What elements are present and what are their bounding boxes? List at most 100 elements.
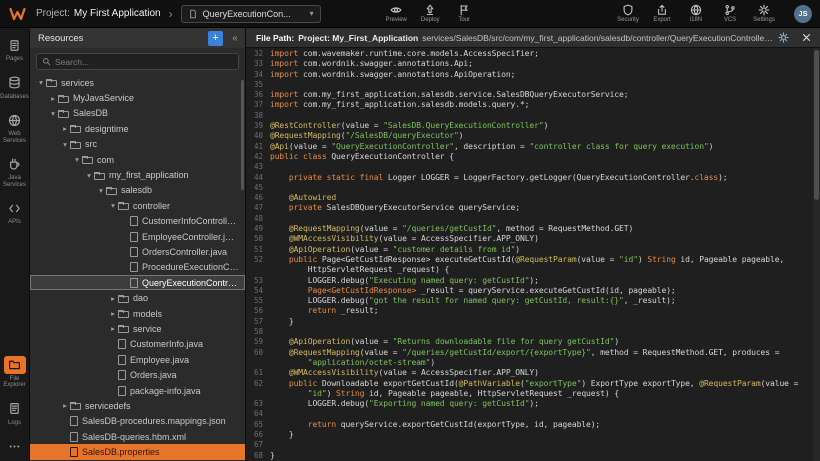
code-line-54[interactable]: 54 Page<GetCustIdResponse> _result = que… (246, 286, 813, 296)
code-line-68[interactable]: 68} (246, 451, 813, 461)
caret-right-icon[interactable]: ▸ (48, 94, 58, 103)
code-line-63[interactable]: 63 LOGGER.debug("Exporting named query: … (246, 399, 813, 409)
code-line-60[interactable]: 60 @RequestMapping(value = "/queries/get… (246, 348, 813, 358)
file-dropdown[interactable]: QueryExecutionCon... (181, 5, 321, 23)
code-line-wrap[interactable]: "id") String id, Pageable pageable, Http… (246, 389, 813, 399)
topbar-action-i18n[interactable]: i18N (684, 4, 708, 23)
tree-item-salesdb[interactable]: ▾salesdb (30, 183, 245, 198)
editor-scroll-thumb[interactable] (814, 50, 819, 200)
code-line-67[interactable]: 67 (246, 440, 813, 450)
topbar-action-vcs[interactable]: VCS (718, 4, 742, 23)
code-line-48[interactable]: 48 (246, 214, 813, 224)
code-line-34[interactable]: 34import com.wordnik.swagger.annotations… (246, 70, 813, 80)
sidebar-scrollbar[interactable] (241, 80, 244, 190)
close-file-icon[interactable] (801, 32, 812, 43)
rail-item-web-services[interactable]: Web Services (0, 111, 30, 144)
file-settings-gear-icon[interactable] (778, 32, 789, 43)
tree-item-employeecontroller-java[interactable]: EmployeeController.java (30, 229, 245, 244)
code-line-59[interactable]: 59 @ApiOperation(value = "Returns downlo… (246, 337, 813, 347)
code-line-wrap[interactable]: HttpServletRequest _request) { (246, 265, 813, 275)
caret-down-icon[interactable]: ▾ (48, 109, 58, 118)
code-line-35[interactable]: 35 (246, 80, 813, 90)
tree-item-queryexecutioncontroller-java[interactable]: QueryExecutionController.java (30, 275, 245, 290)
code-line-49[interactable]: 49 @RequestMapping(value = "/queries/get… (246, 224, 813, 234)
tree-item-service[interactable]: ▸service (30, 321, 245, 336)
code-line-47[interactable]: 47 private SalesDBQueryExecutorService q… (246, 203, 813, 213)
tree-item-procedureexecutioncontroller-java[interactable]: ProcedureExecutionController.java (30, 260, 245, 275)
tree-item-controller[interactable]: ▾controller (30, 198, 245, 213)
caret-right-icon[interactable]: ▸ (108, 294, 118, 303)
caret-right-icon[interactable]: ▸ (60, 401, 70, 410)
caret-down-icon[interactable]: ▾ (84, 171, 94, 180)
tree-item-servicedefs[interactable]: ▸servicedefs (30, 398, 245, 413)
rail-item-databases[interactable]: Databases (0, 74, 30, 101)
code-line-55[interactable]: 55 LOGGER.debug("got the result for name… (246, 296, 813, 306)
caret-down-icon[interactable]: ▾ (36, 78, 46, 87)
tree-item-myjavaservice[interactable]: ▸MyJavaService (30, 90, 245, 105)
code-line-52[interactable]: 52 public Page<GetCustIdResponse> execut… (246, 255, 813, 265)
user-avatar[interactable]: JS (794, 5, 812, 23)
topbar-action-export[interactable]: Export (650, 4, 674, 23)
tree-item-models[interactable]: ▸models (30, 306, 245, 321)
code-line-39[interactable]: 39@RestController(value = "SalesDB.Query… (246, 121, 813, 131)
caret-right-icon[interactable]: ▸ (108, 309, 118, 318)
code-line-42[interactable]: 42public class QueryExecutionController … (246, 152, 813, 162)
tree-item-services[interactable]: ▾services (30, 75, 245, 90)
rail-item-file-explorer[interactable]: File Explorer (0, 356, 30, 389)
wavemaker-logo[interactable] (6, 5, 28, 23)
code-line-50[interactable]: 50 @WMAccessVisibility(value = AccessSpe… (246, 234, 813, 244)
rail-item-java-services[interactable]: Java Services (0, 155, 30, 188)
code-line-37[interactable]: 37import com.my_first_application.salesd… (246, 100, 813, 110)
tree-item-dao[interactable]: ▸dao (30, 290, 245, 305)
tree-item-salesdb-properties[interactable]: SalesDB.properties (30, 444, 245, 459)
code-line-64[interactable]: 64 (246, 409, 813, 419)
tree-item-src[interactable]: ▾src (30, 137, 245, 152)
topbar-action-tour[interactable]: Tour (452, 4, 476, 23)
code-line-62[interactable]: 62 public Downloadable exportGetCustId(@… (246, 379, 813, 389)
code-line-wrap[interactable]: "application/octet-stream") (246, 358, 813, 368)
tree-item-orders-java[interactable]: Orders.java (30, 367, 245, 382)
tree-item-package-info-java[interactable]: package-info.java (30, 383, 245, 398)
tree-item-salesdb-procedures-mappings-json[interactable]: SalesDB-procedures.mappings.json (30, 414, 245, 429)
add-resource-button[interactable]: + (208, 31, 223, 46)
tree-item-salesdb[interactable]: ▾SalesDB (30, 106, 245, 121)
caret-down-icon[interactable]: ▾ (60, 140, 70, 149)
code-line-43[interactable]: 43 (246, 162, 813, 172)
tree-item-designtime[interactable]: ▸designtime (30, 121, 245, 136)
topbar-action-preview[interactable]: Preview (384, 4, 408, 23)
tree-item-my-first-application[interactable]: ▾my_first_application (30, 167, 245, 182)
tree-item-orderscontroller-java[interactable]: OrdersController.java (30, 244, 245, 259)
code-line-51[interactable]: 51 @ApiOperation(value = "customer detai… (246, 245, 813, 255)
topbar-action-security[interactable]: Security (616, 4, 640, 23)
caret-down-icon[interactable]: ▾ (108, 201, 118, 210)
tree-item-customerinfocontroller-java[interactable]: CustomerInfoController.java (30, 214, 245, 229)
rail-item-logs[interactable]: Logs (0, 400, 30, 427)
code-line-33[interactable]: 33import com.wordnik.swagger.annotations… (246, 59, 813, 69)
topbar-action-settings[interactable]: Settings (752, 4, 776, 23)
tree-item-employee-java[interactable]: Employee.java (30, 352, 245, 367)
tree-item-com[interactable]: ▾com (30, 152, 245, 167)
code-line-32[interactable]: 32import com.wavemaker.runtime.core.mode… (246, 49, 813, 59)
code-line-41[interactable]: 41@Api(value = "QueryExecutionController… (246, 142, 813, 152)
caret-down-icon[interactable]: ▾ (96, 186, 106, 195)
code-line-61[interactable]: 61 @WMAccessVisibility(value = AccessSpe… (246, 368, 813, 378)
code-line-57[interactable]: 57 } (246, 317, 813, 327)
code-line-65[interactable]: 65 return queryService.exportGetCustId(e… (246, 420, 813, 430)
rail-item-more[interactable] (0, 437, 30, 455)
caret-right-icon[interactable]: ▸ (108, 324, 118, 333)
caret-right-icon[interactable]: ▸ (60, 124, 70, 133)
code-line-56[interactable]: 56 return _result; (246, 306, 813, 316)
code-line-38[interactable]: 38 (246, 111, 813, 121)
collapse-panel-icon[interactable] (229, 33, 241, 44)
code-line-66[interactable]: 66 } (246, 430, 813, 440)
rail-item-pages[interactable]: Pages (0, 36, 30, 63)
code-editor[interactable]: 32import com.wavemaker.runtime.core.mode… (246, 48, 820, 461)
code-line-45[interactable]: 45 (246, 183, 813, 193)
code-line-40[interactable]: 40@RequestMapping("/SalesDB/queryExecuto… (246, 131, 813, 141)
code-line-44[interactable]: 44 private static final Logger LOGGER = … (246, 173, 813, 183)
tree-item-customerinfo-java[interactable]: CustomerInfo.java (30, 337, 245, 352)
code-line-36[interactable]: 36import com.my_first_application.salesd… (246, 90, 813, 100)
rail-item-apis[interactable]: APIs (0, 199, 30, 226)
code-line-46[interactable]: 46 @Autowired (246, 193, 813, 203)
code-line-58[interactable]: 58 (246, 327, 813, 337)
